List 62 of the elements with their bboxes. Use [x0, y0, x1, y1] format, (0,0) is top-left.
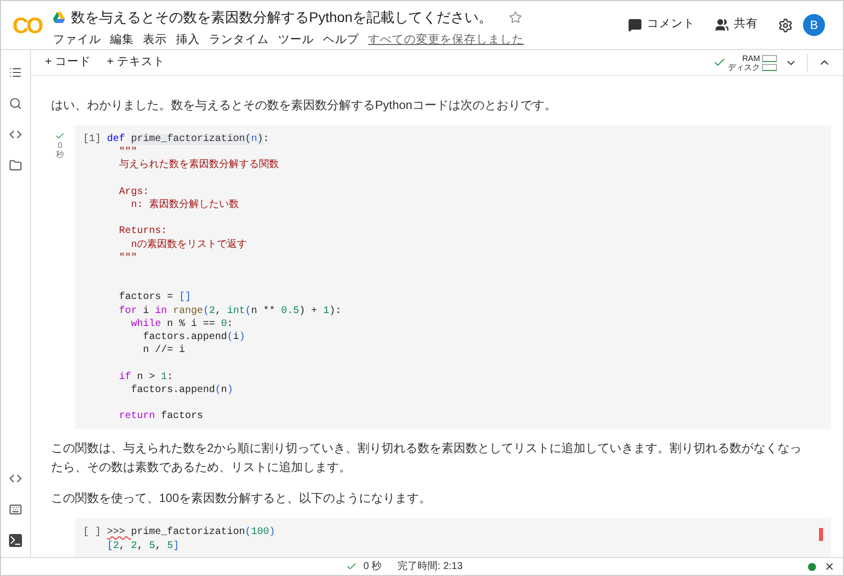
add-code-button[interactable]: + コード — [43, 54, 93, 72]
comment-button[interactable]: コメント — [622, 16, 701, 34]
cursor-marker — [819, 528, 823, 542]
code-line: for i in range(2, int(n ** 0.5) + 1): — [118, 304, 342, 318]
code-line: n //= i — [142, 344, 186, 358]
code-line: factors.append(i) — [142, 330, 246, 344]
table-of-contents-icon[interactable] — [9, 66, 22, 79]
disk-meter — [762, 64, 777, 70]
run-label[interactable]: [1] — [75, 133, 107, 424]
ram-meter — [762, 54, 777, 62]
exec-unit: 秒 — [56, 150, 64, 159]
code-line: factors.append(n) — [130, 384, 234, 397]
add-text-button[interactable]: + テキスト — [104, 54, 167, 72]
menu-item[interactable]: 編集 — [110, 32, 134, 50]
variables-icon[interactable] — [9, 128, 22, 141]
disk-label: ディスク — [728, 62, 760, 72]
code-line: """ — [118, 146, 138, 158]
exec-time: 0 — [58, 141, 62, 150]
avatar[interactable]: B — [803, 14, 825, 36]
menu-item[interactable]: 挿入 — [176, 32, 200, 50]
code-line: def prime_factorization(n): — [107, 133, 270, 146]
exec-duration: 0 秒 — [363, 560, 382, 574]
comment-label: コメント — [647, 17, 695, 32]
code-line: >>> prime_factorization(100) — [107, 526, 276, 540]
code-line: return factors — [118, 410, 204, 424]
keyboard-icon[interactable] — [9, 503, 22, 516]
code-line: factors = [] — [118, 291, 192, 305]
share-label: 共有 — [734, 16, 758, 32]
drive-icon — [53, 12, 65, 23]
code-line: """ — [118, 252, 138, 265]
menu-item[interactable]: ファイル — [53, 32, 101, 50]
menu-item[interactable]: ヘルプ — [323, 32, 359, 50]
close-icon[interactable] — [824, 561, 835, 572]
menu-item[interactable]: ランタイム — [209, 32, 269, 50]
comment-icon — [628, 18, 642, 32]
ram-label: RAM — [742, 54, 760, 62]
people-icon — [715, 18, 729, 32]
text-cell-paragraph: この関数を使って、100を素因数分解すると、以下のようになります。 — [50, 490, 432, 508]
share-button[interactable]: 共有 — [705, 16, 768, 34]
code-line: n: 素因数分解したい数 — [130, 199, 240, 212]
code-line: while n % i == 0: — [130, 318, 234, 331]
text-cell-paragraph: この関数は、与えられた数を2から順に割り切っていき、割り切れる数を素因数としてリストに追加していきます。割り切れる数がなくなったら、その数は素数であるため、リストに追加します。 — [50, 440, 803, 476]
settings-icon[interactable] — [778, 18, 793, 32]
menu-item[interactable]: 表示 — [143, 32, 167, 50]
star-icon[interactable] — [508, 11, 522, 24]
code-line: nの素因数をリストで返す — [130, 238, 248, 252]
code-snippets-icon[interactable] — [9, 472, 22, 485]
run-label[interactable]: [ ] — [75, 526, 107, 553]
code-line: Returns: — [118, 225, 168, 238]
code-line: if n > 1: — [118, 370, 174, 384]
text-cell-paragraph: はい、わかりました。数を与えるとその数を素因数分解するPythonコードは次のとおりです。 — [50, 97, 558, 114]
folder-icon[interactable] — [9, 159, 22, 172]
code-line: 与えられた数を素因数分解する関数 — [118, 159, 280, 173]
save-status-link[interactable]: すべての変更を保存しました — [368, 32, 524, 50]
notebook-title[interactable]: 数を与えるとその数を素因数分解するPythonを記載してください。 — [71, 7, 493, 28]
terminal-icon[interactable] — [9, 534, 22, 547]
search-icon[interactable] — [9, 97, 22, 110]
code-line: [2, 2, 5, 5] — [107, 540, 180, 553]
completion-time: 完了時間: 2:13 — [398, 560, 463, 574]
code-line: Args: — [118, 186, 150, 198]
menu-item[interactable]: ツール — [278, 32, 314, 50]
code-cell[interactable]: [ ] >>> prime_factorization(100) [2, 2, 5, 5] — [75, 518, 831, 557]
